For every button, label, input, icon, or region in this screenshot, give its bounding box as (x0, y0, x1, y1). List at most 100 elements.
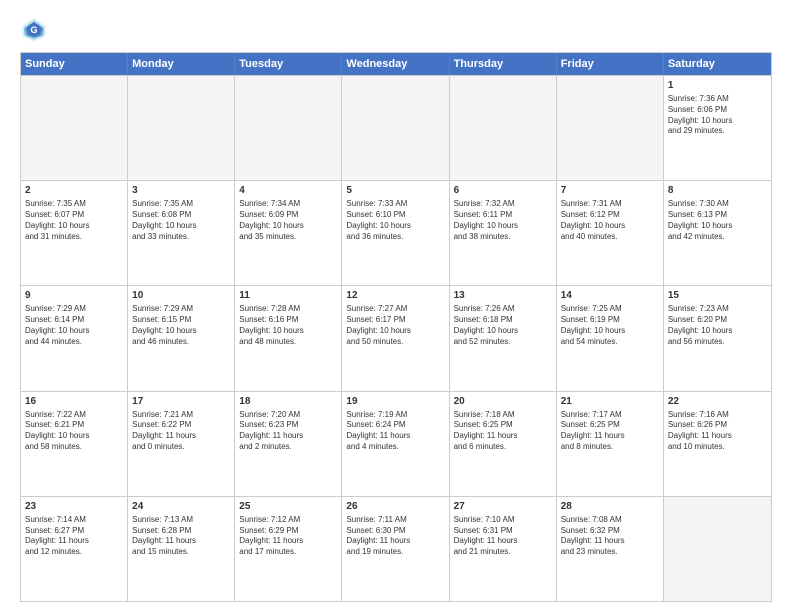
day-info: Sunrise: 7:11 AM Sunset: 6:30 PM Dayligh… (346, 515, 444, 558)
day-number: 23 (25, 500, 123, 513)
header-day-sunday: Sunday (21, 53, 128, 75)
header-day-thursday: Thursday (450, 53, 557, 75)
day-number: 13 (454, 289, 552, 302)
day-number: 26 (346, 500, 444, 513)
calendar-cell-3-5: 21Sunrise: 7:17 AM Sunset: 6:25 PM Dayli… (557, 392, 664, 496)
day-number: 21 (561, 395, 659, 408)
calendar-cell-1-1: 3 Sunrise: 7:35 AM Sunset: 6:08 PM Daylig… (128, 181, 235, 285)
day-number: 7 (561, 184, 659, 197)
calendar-cell-0-3 (342, 76, 449, 180)
day-number: 3 (132, 184, 230, 197)
calendar-cell-4-6 (664, 497, 771, 601)
calendar-cell-0-2 (235, 76, 342, 180)
logo: G (20, 16, 52, 44)
day-info: Sunrise: 7:34 AM Sunset: 6:09 PM Dayligh… (239, 199, 337, 242)
calendar-cell-2-1: 10Sunrise: 7:29 AM Sunset: 6:15 PM Dayli… (128, 286, 235, 390)
day-info: Sunrise: 7:08 AM Sunset: 6:32 PM Dayligh… (561, 515, 659, 558)
day-info: Sunrise: 7:32 AM Sunset: 6:11 PM Dayligh… (454, 199, 552, 242)
calendar: SundayMondayTuesdayWednesdayThursdayFrid… (20, 52, 772, 602)
day-info: Sunrise: 7:23 AM Sunset: 6:20 PM Dayligh… (668, 304, 767, 347)
day-info: Sunrise: 7:25 AM Sunset: 6:19 PM Dayligh… (561, 304, 659, 347)
page: G SundayMondayTuesdayWednesdayThursdayFr… (0, 0, 792, 612)
calendar-cell-2-0: 9 Sunrise: 7:29 AM Sunset: 6:14 PM Daylig… (21, 286, 128, 390)
day-info: Sunrise: 7:35 AM Sunset: 6:07 PM Dayligh… (25, 199, 123, 242)
calendar-cell-1-3: 5 Sunrise: 7:33 AM Sunset: 6:10 PM Daylig… (342, 181, 449, 285)
calendar-cell-3-2: 18 Sunrise: 7:20 AM Sunset: 6:23 PM Dayli… (235, 392, 342, 496)
day-info: Sunrise: 7:20 AM Sunset: 6:23 PM Dayligh… (239, 410, 337, 453)
day-info: Sunrise: 7:36 AM Sunset: 6:06 PM Dayligh… (668, 94, 767, 137)
header: G (20, 16, 772, 44)
calendar-cell-1-6: 8 Sunrise: 7:30 AM Sunset: 6:13 PM Daylig… (664, 181, 771, 285)
day-number: 17 (132, 395, 230, 408)
day-info: Sunrise: 7:13 AM Sunset: 6:28 PM Dayligh… (132, 515, 230, 558)
calendar-row-3: 16Sunrise: 7:22 AM Sunset: 6:21 PM Dayli… (21, 391, 771, 496)
calendar-header-row: SundayMondayTuesdayWednesdayThursdayFrid… (21, 53, 771, 75)
day-number: 1 (668, 79, 767, 92)
day-info: Sunrise: 7:14 AM Sunset: 6:27 PM Dayligh… (25, 515, 123, 558)
day-number: 27 (454, 500, 552, 513)
day-number: 5 (346, 184, 444, 197)
calendar-cell-2-6: 15Sunrise: 7:23 AM Sunset: 6:20 PM Dayli… (664, 286, 771, 390)
day-number: 14 (561, 289, 659, 302)
calendar-cell-2-3: 12 Sunrise: 7:27 AM Sunset: 6:17 PM Dayli… (342, 286, 449, 390)
day-info: Sunrise: 7:12 AM Sunset: 6:29 PM Dayligh… (239, 515, 337, 558)
header-day-saturday: Saturday (664, 53, 771, 75)
calendar-cell-1-4: 6 Sunrise: 7:32 AM Sunset: 6:11 PM Daylig… (450, 181, 557, 285)
day-info: Sunrise: 7:33 AM Sunset: 6:10 PM Dayligh… (346, 199, 444, 242)
calendar-cell-3-1: 17 Sunrise: 7:21 AM Sunset: 6:22 PM Dayli… (128, 392, 235, 496)
calendar-row-1: 2 Sunrise: 7:35 AM Sunset: 6:07 PM Daylig… (21, 180, 771, 285)
calendar-cell-1-2: 4Sunrise: 7:34 AM Sunset: 6:09 PM Daylig… (235, 181, 342, 285)
day-number: 18 (239, 395, 337, 408)
day-number: 2 (25, 184, 123, 197)
day-info: Sunrise: 7:35 AM Sunset: 6:08 PM Dayligh… (132, 199, 230, 242)
day-info: Sunrise: 7:10 AM Sunset: 6:31 PM Dayligh… (454, 515, 552, 558)
day-info: Sunrise: 7:27 AM Sunset: 6:17 PM Dayligh… (346, 304, 444, 347)
calendar-row-4: 23 Sunrise: 7:14 AM Sunset: 6:27 PM Dayli… (21, 496, 771, 601)
day-info: Sunrise: 7:22 AM Sunset: 6:21 PM Dayligh… (25, 410, 123, 453)
day-number: 6 (454, 184, 552, 197)
day-info: Sunrise: 7:26 AM Sunset: 6:18 PM Dayligh… (454, 304, 552, 347)
calendar-cell-2-5: 14 Sunrise: 7:25 AM Sunset: 6:19 PM Dayli… (557, 286, 664, 390)
calendar-cell-1-5: 7 Sunrise: 7:31 AM Sunset: 6:12 PM Daylig… (557, 181, 664, 285)
calendar-cell-3-0: 16Sunrise: 7:22 AM Sunset: 6:21 PM Dayli… (21, 392, 128, 496)
logo-icon: G (20, 16, 48, 44)
day-info: Sunrise: 7:18 AM Sunset: 6:25 PM Dayligh… (454, 410, 552, 453)
day-number: 11 (239, 289, 337, 302)
svg-text:G: G (30, 25, 37, 35)
day-number: 20 (454, 395, 552, 408)
calendar-cell-1-0: 2 Sunrise: 7:35 AM Sunset: 6:07 PM Daylig… (21, 181, 128, 285)
day-info: Sunrise: 7:29 AM Sunset: 6:14 PM Dayligh… (25, 304, 123, 347)
day-info: Sunrise: 7:31 AM Sunset: 6:12 PM Dayligh… (561, 199, 659, 242)
calendar-cell-3-3: 19 Sunrise: 7:19 AM Sunset: 6:24 PM Dayli… (342, 392, 449, 496)
day-number: 8 (668, 184, 767, 197)
calendar-cell-3-6: 22 Sunrise: 7:16 AM Sunset: 6:26 PM Dayli… (664, 392, 771, 496)
calendar-cell-3-4: 20 Sunrise: 7:18 AM Sunset: 6:25 PM Dayli… (450, 392, 557, 496)
day-number: 10 (132, 289, 230, 302)
day-info: Sunrise: 7:19 AM Sunset: 6:24 PM Dayligh… (346, 410, 444, 453)
day-info: Sunrise: 7:21 AM Sunset: 6:22 PM Dayligh… (132, 410, 230, 453)
day-number: 12 (346, 289, 444, 302)
calendar-body: 1 Sunrise: 7:36 AM Sunset: 6:06 PM Daylig… (21, 75, 771, 601)
day-number: 9 (25, 289, 123, 302)
calendar-cell-0-0 (21, 76, 128, 180)
day-info: Sunrise: 7:30 AM Sunset: 6:13 PM Dayligh… (668, 199, 767, 242)
calendar-cell-2-2: 11 Sunrise: 7:28 AM Sunset: 6:16 PM Dayli… (235, 286, 342, 390)
day-info: Sunrise: 7:16 AM Sunset: 6:26 PM Dayligh… (668, 410, 767, 453)
day-number: 22 (668, 395, 767, 408)
day-number: 25 (239, 500, 337, 513)
header-day-friday: Friday (557, 53, 664, 75)
calendar-cell-4-4: 27 Sunrise: 7:10 AM Sunset: 6:31 PM Dayli… (450, 497, 557, 601)
header-day-wednesday: Wednesday (342, 53, 449, 75)
calendar-row-2: 9 Sunrise: 7:29 AM Sunset: 6:14 PM Daylig… (21, 285, 771, 390)
header-day-monday: Monday (128, 53, 235, 75)
calendar-row-0: 1 Sunrise: 7:36 AM Sunset: 6:06 PM Daylig… (21, 75, 771, 180)
calendar-cell-0-1 (128, 76, 235, 180)
day-number: 24 (132, 500, 230, 513)
day-number: 19 (346, 395, 444, 408)
calendar-cell-0-4 (450, 76, 557, 180)
day-info: Sunrise: 7:28 AM Sunset: 6:16 PM Dayligh… (239, 304, 337, 347)
calendar-cell-2-4: 13 Sunrise: 7:26 AM Sunset: 6:18 PM Dayli… (450, 286, 557, 390)
calendar-cell-0-6: 1 Sunrise: 7:36 AM Sunset: 6:06 PM Daylig… (664, 76, 771, 180)
header-day-tuesday: Tuesday (235, 53, 342, 75)
calendar-cell-4-1: 24 Sunrise: 7:13 AM Sunset: 6:28 PM Dayli… (128, 497, 235, 601)
